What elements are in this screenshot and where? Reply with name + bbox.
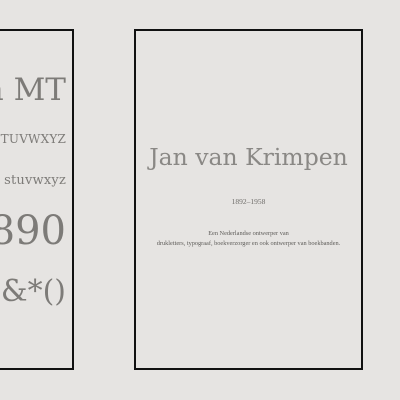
uppercase-alphabet-fragment: STUVWXYZ — [0, 132, 66, 146]
symbols-fragment: ^&*() — [0, 274, 66, 309]
designer-name-title: Jan van Krimpen — [149, 143, 348, 171]
typeface-name-fragment: n MT — [0, 72, 66, 108]
specimen-card-partial[interactable]: n MT STUVWXYZ stuvwxyz 890 ^&*() — [0, 29, 74, 370]
designer-description-line-2: drukletters, typograaf, boekverzorger en… — [156, 240, 341, 247]
carousel-stage: n MT STUVWXYZ stuvwxyz 890 ^&*() Jan van… — [0, 0, 400, 400]
lowercase-alphabet-fragment: stuvwxyz — [4, 173, 66, 188]
designer-description-line-1: Een Nederlandse ontwerper van — [208, 230, 289, 237]
designer-years: 1892–1958 — [231, 197, 266, 206]
designer-card[interactable]: Jan van Krimpen 1892–1958 Een Nederlands… — [134, 29, 363, 370]
digits-fragment: 890 — [0, 208, 66, 254]
